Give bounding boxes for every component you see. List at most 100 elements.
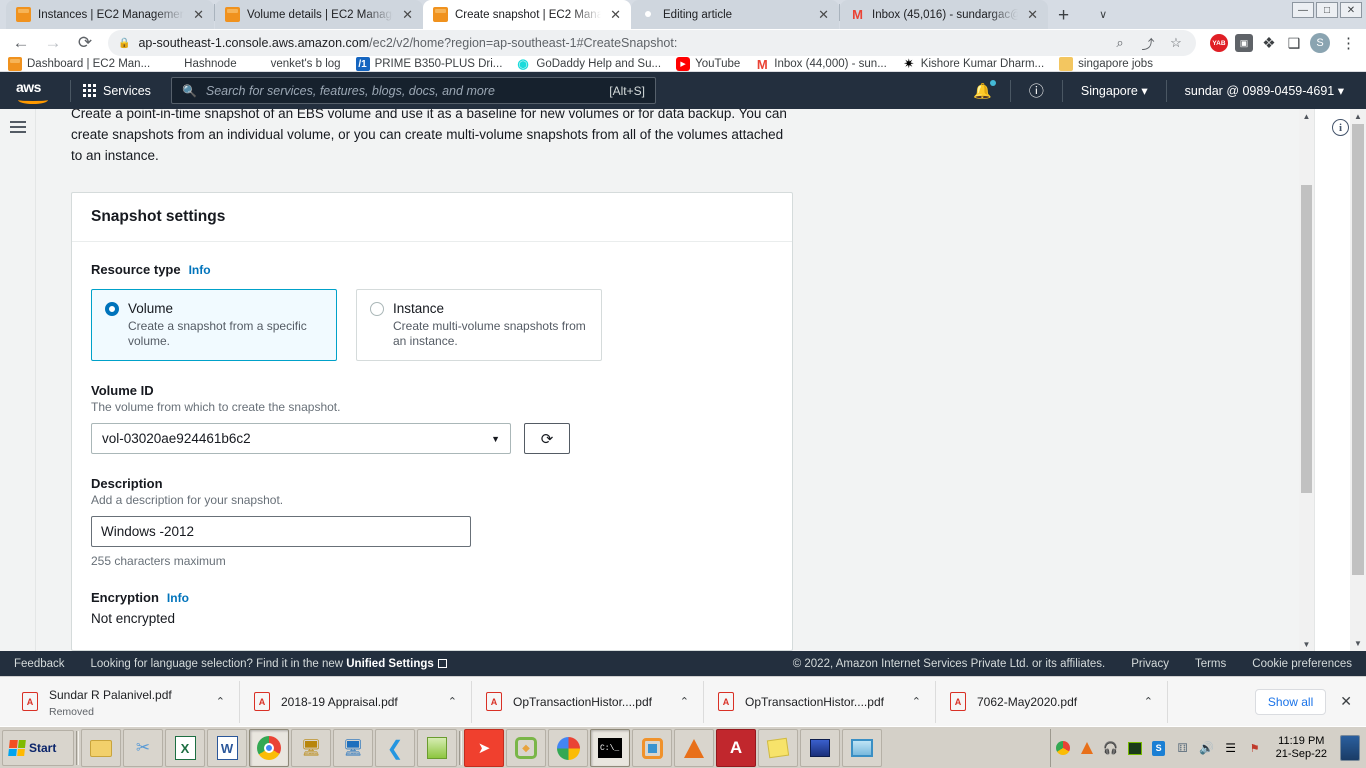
- chevron-up-icon[interactable]: ⌃: [216, 695, 225, 708]
- file-explorer-icon[interactable]: [81, 729, 121, 767]
- extension-gray-icon[interactable]: ▣: [1235, 34, 1253, 52]
- snipping-tool-icon[interactable]: ✂: [123, 729, 163, 767]
- chrome-icon[interactable]: [249, 729, 289, 767]
- services-menu-button[interactable]: Services: [77, 84, 157, 98]
- chevron-up-icon[interactable]: ⌃: [448, 695, 457, 708]
- bookmark-singapore-jobs[interactable]: singapore jobs: [1059, 57, 1153, 71]
- radio-icon[interactable]: [105, 301, 119, 316]
- download-item[interactable]: A Sundar R Palanivel.pdf Removed ⌃: [8, 680, 240, 723]
- yab-extension-icon[interactable]: YAB: [1210, 34, 1228, 52]
- headset-tray-icon[interactable]: 🎧: [1103, 740, 1119, 756]
- scroll-up-icon[interactable]: ▲: [1303, 109, 1311, 123]
- radio-option-volume[interactable]: Volume Create a snapshot from a specific…: [91, 289, 337, 361]
- close-icon[interactable]: ✕: [400, 8, 415, 21]
- address-bar[interactable]: 🔒 ap-southeast-1.console.aws.amazon.com/…: [108, 30, 1196, 56]
- vscode-icon[interactable]: ❮: [375, 729, 415, 767]
- browser-tab-create-snapshot[interactable]: Create snapshot | EC2 Manageme ✕: [423, 0, 631, 29]
- side-panel-icon[interactable]: ❑: [1285, 34, 1303, 52]
- hamburger-menu-icon[interactable]: [9, 121, 26, 651]
- account-menu[interactable]: sundar @ 0989-0459-4691 ▾: [1173, 83, 1356, 98]
- firefox-icon[interactable]: [548, 729, 588, 767]
- region-selector[interactable]: Singapore ▾: [1069, 83, 1160, 98]
- chevron-up-icon[interactable]: ⌃: [912, 695, 921, 708]
- scroll-down-icon[interactable]: ▼: [1354, 636, 1362, 651]
- virtualbox-icon[interactable]: [632, 729, 672, 767]
- close-icon[interactable]: ✕: [608, 8, 623, 21]
- puzzle-extensions-icon[interactable]: ❖: [1260, 34, 1278, 52]
- vlc-tray-icon[interactable]: [1079, 740, 1095, 756]
- feedback-link[interactable]: Feedback: [14, 658, 65, 670]
- browser-tab-volume-details[interactable]: Volume details | EC2 Management ✕: [215, 0, 423, 29]
- chevron-up-icon[interactable]: ⌃: [680, 695, 689, 708]
- browser-menu-icon[interactable]: ⋮: [1337, 34, 1360, 52]
- remote-desktop-2-icon[interactable]: 🖥: [333, 729, 373, 767]
- download-item[interactable]: A OpTransactionHistor....pdf ⌃: [704, 680, 936, 723]
- scroll-thumb[interactable]: [1352, 124, 1364, 575]
- download-item[interactable]: A 7062-May2020.pdf ⌃: [936, 680, 1168, 723]
- show-all-downloads-button[interactable]: Show all: [1254, 688, 1327, 715]
- excel-icon[interactable]: X: [165, 729, 205, 767]
- winscp-icon[interactable]: ◆: [506, 729, 546, 767]
- nvidia-tray-icon[interactable]: [1127, 740, 1143, 756]
- close-icon[interactable]: ✕: [1025, 8, 1040, 21]
- aws-logo[interactable]: aws: [16, 79, 54, 104]
- radio-option-instance[interactable]: Instance Create multi-volume snapshots f…: [356, 289, 602, 361]
- bookmark-dashboard[interactable]: Dashboard | EC2 Man...: [8, 57, 150, 71]
- privacy-link[interactable]: Privacy: [1131, 658, 1169, 670]
- network-alert-icon[interactable]: ⚑: [1247, 740, 1263, 756]
- remote-desktop-icon[interactable]: 🖥: [291, 729, 331, 767]
- bookmark-kishore-kumar[interactable]: ✷ Kishore Kumar Dharm...: [902, 57, 1044, 71]
- bookmark-godaddy[interactable]: ◉ GoDaddy Help and Su...: [517, 57, 661, 71]
- info-link[interactable]: Info: [167, 591, 189, 605]
- close-downloads-bar-icon[interactable]: ✕: [1340, 693, 1352, 710]
- new-tab-button[interactable]: +: [1048, 6, 1077, 29]
- reload-icon[interactable]: ⟳: [70, 29, 100, 57]
- usb-safely-remove-icon[interactable]: ⚅: [1175, 740, 1191, 756]
- browser-tab-inbox[interactable]: M Inbox (45,016) - sundargac@gma ✕: [840, 0, 1048, 29]
- aws-search-input[interactable]: 🔍 Search for services, features, blogs, …: [170, 77, 656, 104]
- taskbar-clock[interactable]: 11:19 PM 21-Sep-22: [1271, 735, 1332, 761]
- photos-icon[interactable]: [842, 729, 882, 767]
- browser-tab-editing-article[interactable]: Editing article ✕: [631, 0, 839, 29]
- notepad-plus-icon[interactable]: [417, 729, 457, 767]
- sophos-tray-icon[interactable]: S: [1151, 740, 1167, 756]
- scroll-track[interactable]: [1350, 124, 1366, 636]
- command-prompt-icon[interactable]: C:\_: [590, 729, 630, 767]
- zoom-icon[interactable]: ⌕: [1110, 35, 1130, 51]
- chrome-tray-icon[interactable]: [1055, 740, 1071, 756]
- acrobat-reader-icon[interactable]: A: [716, 729, 756, 767]
- terms-link[interactable]: Terms: [1195, 658, 1226, 670]
- bookmark-inbox[interactable]: M Inbox (44,000) - sun...: [755, 57, 887, 72]
- help-icon[interactable]: ⓘ: [1017, 80, 1056, 101]
- scroll-down-icon[interactable]: ▼: [1303, 637, 1311, 651]
- minimize-button[interactable]: —: [1292, 2, 1314, 18]
- cookie-preferences-link[interactable]: Cookie preferences: [1252, 658, 1352, 670]
- teamviewer-icon[interactable]: [800, 729, 840, 767]
- bookmark-prime-b350[interactable]: /1 PRIME B350-PLUS Dri...: [355, 57, 502, 71]
- refresh-icon[interactable]: ⟳: [524, 423, 570, 454]
- word-icon[interactable]: W: [207, 729, 247, 767]
- close-icon[interactable]: ✕: [191, 8, 206, 21]
- bookmark-star-icon[interactable]: ☆: [1166, 35, 1186, 51]
- download-item[interactable]: A 2018-19 Appraisal.pdf ⌃: [240, 680, 472, 723]
- avatar[interactable]: S: [1310, 33, 1330, 53]
- maximize-button[interactable]: □: [1316, 2, 1338, 18]
- scroll-up-icon[interactable]: ▲: [1354, 109, 1362, 124]
- share-icon[interactable]: ⤴: [1138, 34, 1158, 53]
- forward-icon[interactable]: →: [38, 29, 68, 57]
- page-scrollbar[interactable]: ▲ ▼: [1350, 109, 1366, 651]
- close-window-button[interactable]: ✕: [1340, 2, 1362, 18]
- beyond-compare-icon[interactable]: ➤: [464, 729, 504, 767]
- description-input[interactable]: Windows -2012: [91, 516, 471, 547]
- bookmark-hashnode[interactable]: Hashnode: [165, 57, 236, 71]
- bookmark-venkets-blog[interactable]: venket's b log: [252, 57, 341, 71]
- tab-search-chevron-icon[interactable]: ∨: [1099, 8, 1107, 21]
- network-signal-icon[interactable]: ☰: [1223, 740, 1239, 756]
- bell-icon[interactable]: 🔔: [961, 79, 1004, 100]
- download-item[interactable]: A OpTransactionHistor....pdf ⌃: [472, 680, 704, 723]
- back-icon[interactable]: ←: [6, 29, 36, 57]
- volume-id-select[interactable]: vol-03020ae924461b6c2 ▼: [91, 423, 511, 454]
- volume-icon[interactable]: 🔊: [1199, 740, 1215, 756]
- sticky-notes-icon[interactable]: [758, 729, 798, 767]
- info-link[interactable]: Info: [189, 263, 211, 277]
